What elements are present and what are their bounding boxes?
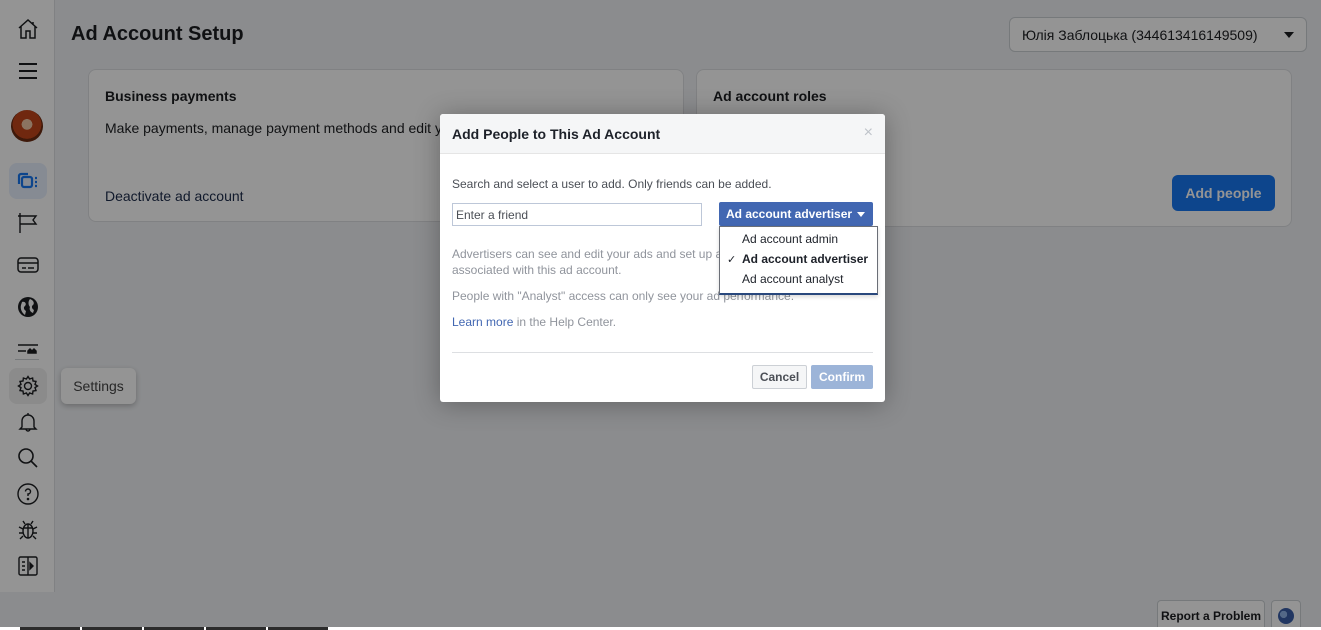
role-dropdown-menu: Ad account admin ✓ Ad account advertiser…: [719, 226, 878, 295]
role-option-label: Ad account advertiser: [742, 252, 869, 266]
role-select-label: Ad account advertiser: [726, 207, 853, 221]
help-center-suffix: in the Help Center.: [513, 315, 617, 329]
role-option-label: Ad account analyst: [742, 272, 844, 286]
role-option-label: Ad account admin: [742, 232, 839, 246]
dialog-title: Add People to This Ad Account: [452, 126, 661, 142]
caret-down-icon: [857, 212, 865, 217]
role-option-analyst[interactable]: Ad account analyst: [720, 269, 877, 289]
checkmark-icon: ✓: [727, 253, 737, 266]
close-icon[interactable]: ×: [864, 125, 873, 141]
role-option-advertiser[interactable]: ✓ Ad account advertiser: [720, 249, 877, 269]
dialog-instructions: Search and select a user to add. Only fr…: [452, 177, 772, 191]
dialog-divider: [452, 352, 873, 353]
confirm-button[interactable]: Confirm: [811, 365, 873, 389]
cancel-button[interactable]: Cancel: [752, 365, 807, 389]
help-center-text: Learn more in the Help Center.: [452, 314, 616, 330]
role-select-button[interactable]: Ad account advertiser: [719, 202, 873, 226]
learn-more-link[interactable]: Learn more: [452, 315, 513, 329]
dialog-header: Add People to This Ad Account ×: [440, 114, 885, 154]
friend-search-input[interactable]: [452, 203, 702, 226]
role-option-admin[interactable]: Ad account admin: [720, 229, 877, 249]
